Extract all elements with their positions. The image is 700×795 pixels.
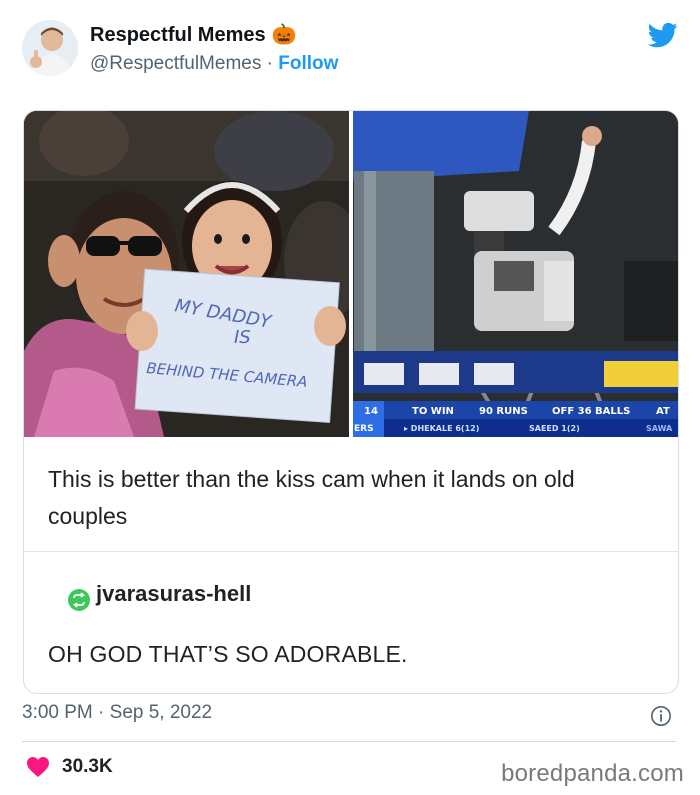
display-name-text[interactable]: Respectful Memes bbox=[90, 22, 266, 48]
scoreboard-runs: 90 RUNS bbox=[479, 406, 528, 417]
timestamp[interactable]: 3:00 PM · Sep 5, 2022 bbox=[22, 702, 212, 724]
scoreboard-balls: OFF 36 BALLS bbox=[552, 406, 630, 417]
scoreboard-to-win: TO WIN bbox=[412, 406, 454, 417]
scoreboard-batsman-1: ▸ DHEKALE 6(12) bbox=[404, 424, 479, 433]
embedded-card[interactable]: MY DADDY IS BEHIND THE CAMERA 14 ERS TO … bbox=[23, 110, 679, 694]
footer-divider bbox=[22, 741, 676, 742]
watermark: boredpanda.com bbox=[501, 760, 684, 787]
pumpkin-emoji: 🎃 bbox=[271, 24, 297, 46]
like-count: 30.3K bbox=[62, 756, 113, 777]
display-name[interactable]: Respectful Memes 🎃 bbox=[90, 22, 338, 48]
scoreboard-at: AT bbox=[656, 406, 670, 417]
author-block: Respectful Memes 🎃 @RespectfulMemes · Fo… bbox=[90, 22, 338, 78]
info-icon[interactable] bbox=[650, 705, 672, 727]
reply-user[interactable]: jvarasuras-hell bbox=[68, 581, 251, 611]
follow-button[interactable]: Follow bbox=[278, 53, 338, 74]
reply-username[interactable]: jvarasuras-hell bbox=[96, 581, 251, 607]
post-text: This is better than the kiss cam when it… bbox=[48, 466, 575, 529]
divider bbox=[24, 551, 678, 552]
like-button[interactable]: 30.3K bbox=[26, 756, 113, 778]
scoreboard-batsman-2: SAEED 1(2) bbox=[529, 424, 580, 433]
avatar[interactable] bbox=[22, 20, 78, 76]
reblog-icon bbox=[68, 589, 90, 611]
handle-separator: · bbox=[266, 53, 273, 74]
scoreboard-left-bottom: ERS bbox=[354, 424, 374, 434]
handle-row: @RespectfulMemes · Follow bbox=[90, 50, 338, 78]
scoreboard-left-top: 14 bbox=[364, 406, 378, 417]
meme-photo[interactable]: MY DADDY IS BEHIND THE CAMERA 14 ERS TO … bbox=[24, 111, 678, 437]
reply-text: OH GOD THAT’S SO ADORABLE. bbox=[48, 641, 408, 667]
scoreboard-right-bottom: SAWA bbox=[646, 424, 673, 433]
sign-line-2: IS bbox=[234, 327, 251, 348]
meme-photo-drawing: MY DADDY IS BEHIND THE CAMERA 14 ERS TO … bbox=[24, 111, 678, 437]
handle[interactable]: @RespectfulMemes bbox=[90, 53, 261, 74]
heart-icon bbox=[27, 757, 49, 777]
tweet-header: Respectful Memes 🎃 @RespectfulMemes · Fo… bbox=[22, 14, 682, 84]
twitter-bird-icon[interactable] bbox=[646, 20, 680, 50]
